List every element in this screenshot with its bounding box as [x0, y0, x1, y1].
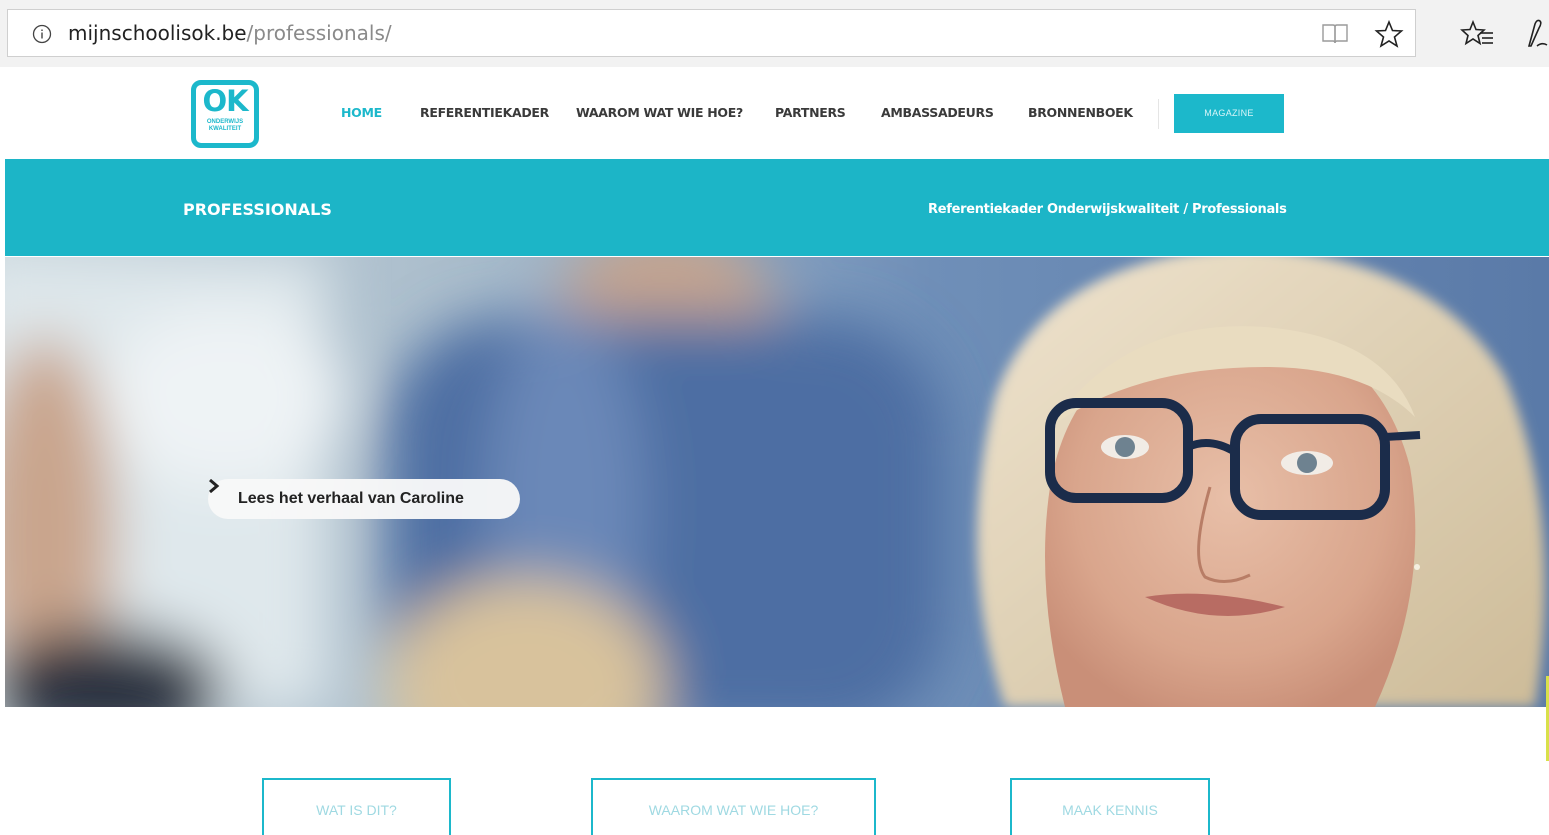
- nav-bronnenboek[interactable]: BRONNENBOEK: [1028, 105, 1133, 120]
- logo-text: OK: [202, 84, 248, 118]
- page-title: PROFESSIONALS: [183, 200, 332, 219]
- nav-home[interactable]: HOME: [341, 105, 382, 120]
- magazine-button[interactable]: MAGAZINE: [1174, 94, 1284, 133]
- favorites-icon[interactable]: [1460, 19, 1494, 49]
- logo-subtitle-line-1: ONDERWIJS: [206, 119, 244, 125]
- nav-referentiekader[interactable]: REFERENTIEKADER: [420, 105, 549, 120]
- info-icon[interactable]: [32, 24, 52, 44]
- nav-waarom-wat-wie-hoe[interactable]: WAAROM WAT WIE HOE?: [576, 105, 743, 120]
- reading-view-icon[interactable]: [1321, 22, 1349, 46]
- nav-ambassadeurs[interactable]: AMBASSADEURS: [881, 105, 994, 120]
- logo-subtitle-line-2: KWALITEIT: [208, 126, 242, 132]
- url-path: /professionals/: [246, 21, 392, 45]
- logo-subtitle: ONDERWIJS KWALITEIT: [196, 119, 254, 133]
- nav-partners[interactable]: PARTNERS: [775, 105, 846, 120]
- url-domain: mijnschoolisok.be: [68, 21, 247, 45]
- read-story-label: Lees het verhaal van Caroline: [238, 490, 464, 507]
- maak-kennis-button[interactable]: MAAK KENNIS: [1010, 778, 1210, 835]
- ok-logo[interactable]: OK ONDERWIJS KWALITEIT: [191, 80, 259, 148]
- breadcrumb[interactable]: Referentiekader Onderwijskwaliteit / Pro…: [928, 202, 1287, 217]
- page-title-band: PROFESSIONALS Referentiekader Onderwijsk…: [5, 159, 1549, 256]
- waarom-wat-wie-hoe-button[interactable]: WAAROM WAT WIE HOE?: [591, 778, 876, 835]
- url-text[interactable]: mijnschoolisok.be/professionals/: [68, 21, 392, 45]
- star-icon[interactable]: [1374, 20, 1404, 48]
- hero-banner: Lees het verhaal van Caroline: [5, 257, 1549, 707]
- address-bar[interactable]: mijnschoolisok.be/professionals/: [7, 9, 1416, 57]
- wat-is-dit-button[interactable]: WAT IS DIT?: [262, 778, 451, 835]
- chevron-right-icon: [209, 479, 220, 493]
- site-header: OK ONDERWIJS KWALITEIT HOME REFERENTIEKA…: [0, 67, 1549, 159]
- browser-toolbar: mijnschoolisok.be/professionals/: [0, 0, 1549, 67]
- nav-divider: [1158, 99, 1159, 129]
- read-story-button[interactable]: Lees het verhaal van Caroline: [208, 479, 520, 519]
- pen-icon[interactable]: [1525, 18, 1549, 50]
